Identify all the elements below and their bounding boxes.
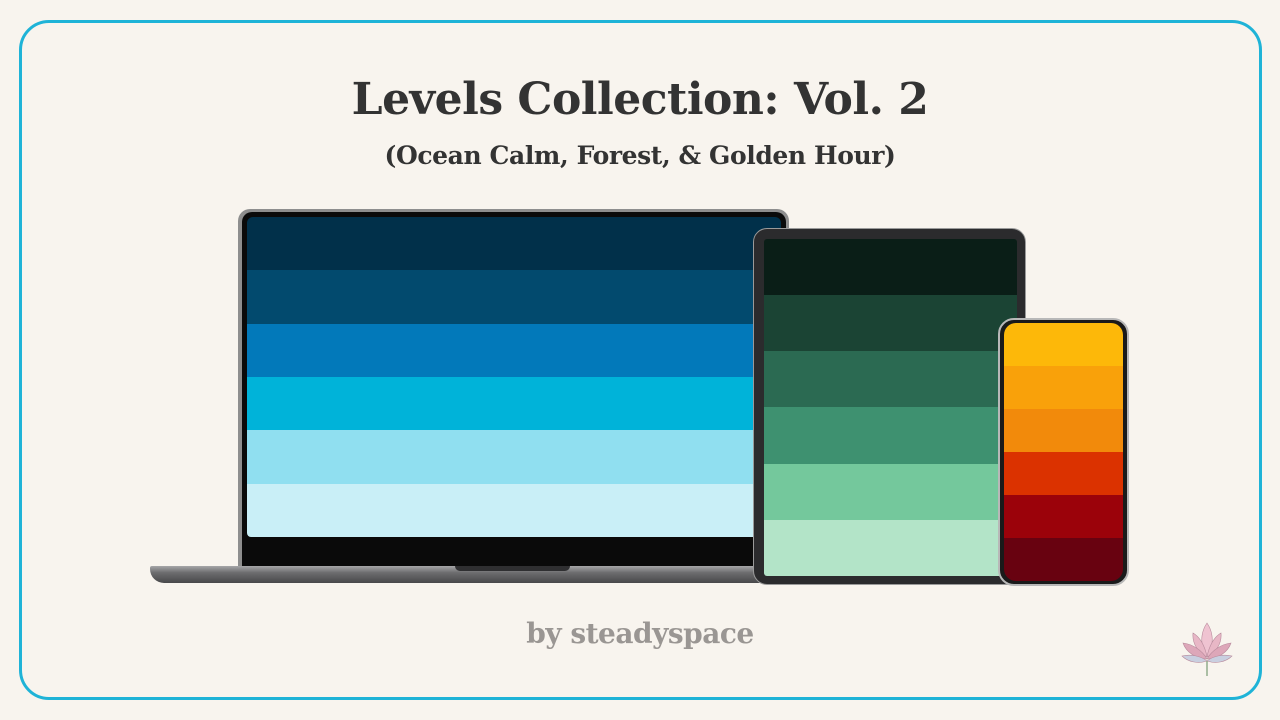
laptop-screen	[247, 217, 781, 537]
laptop-notch	[455, 566, 570, 571]
palette-stripe	[247, 376, 781, 431]
palette-stripe	[764, 239, 1017, 296]
byline: by steadyspace	[526, 617, 754, 650]
palette-stripe	[247, 430, 781, 484]
palette-stripe	[764, 463, 1017, 520]
page-title: Levels Collection: Vol. 2	[351, 74, 929, 125]
page-subtitle: (Ocean Calm, Forest, & Golden Hour)	[384, 141, 896, 170]
palette-stripe	[1004, 495, 1123, 538]
palette-stripe	[247, 483, 781, 537]
palette-stripe	[1004, 409, 1123, 452]
palette-stripe	[247, 270, 781, 324]
palette-stripe	[764, 351, 1017, 408]
palette-stripe	[764, 407, 1017, 464]
palette-stripe	[247, 323, 781, 377]
palette-stripe	[764, 295, 1017, 352]
palette-stripe	[1004, 538, 1123, 581]
palette-stripe	[1004, 366, 1123, 409]
palette-stripe	[1004, 323, 1123, 366]
lotus-icon	[1181, 622, 1233, 676]
palette-stripe	[764, 519, 1017, 576]
palette-stripe	[1004, 452, 1123, 495]
phone-screen	[1004, 323, 1123, 581]
tablet-screen	[764, 239, 1017, 576]
palette-stripe	[247, 217, 781, 271]
